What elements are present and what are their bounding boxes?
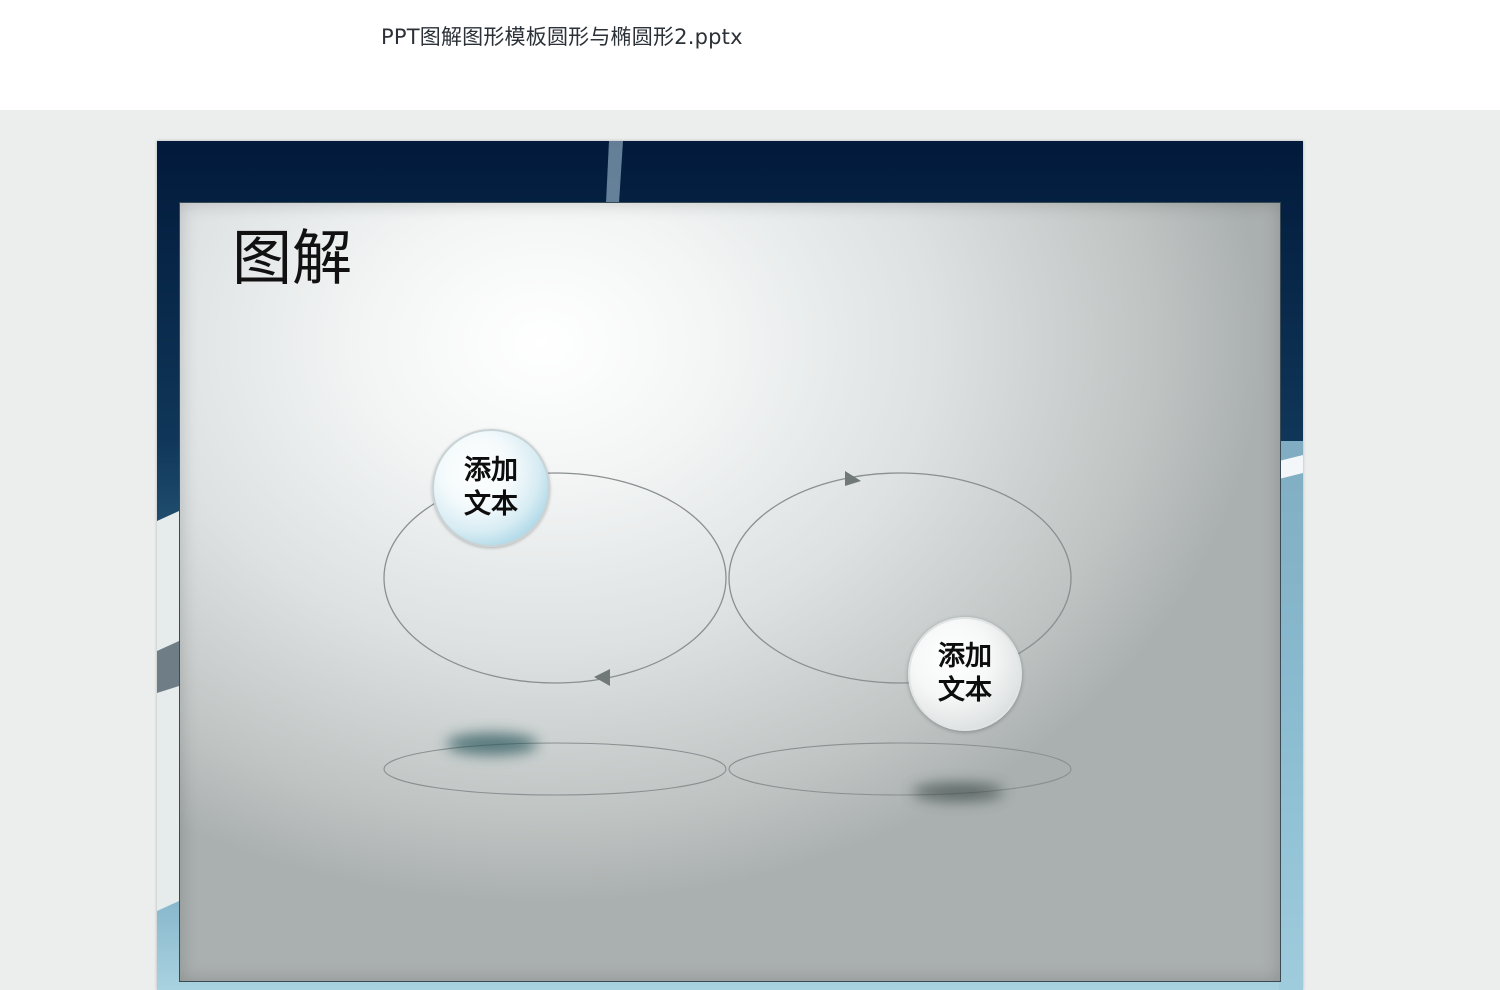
bubble-label: 添加文本 — [464, 455, 518, 520]
content-panel: 图解 添加文本 添加文本 — [179, 202, 1281, 982]
right-reflection-ellipse — [728, 742, 1072, 796]
left-reflection-ellipse — [383, 742, 727, 796]
slide: 图解 添加文本 添加文本 — [157, 141, 1303, 990]
file-name-title: PPT图解图形模板圆形与椭圆形2.pptx — [381, 25, 743, 49]
arrow-right-icon — [845, 471, 861, 486]
right-ellipse — [728, 472, 1072, 684]
left-bubble-shadow — [446, 733, 538, 755]
bubble-label: 添加文本 — [938, 641, 992, 706]
text-bubble-grey[interactable]: 添加文本 — [908, 617, 1022, 731]
arrow-left-icon — [594, 669, 610, 686]
text-bubble-blue[interactable]: 添加文本 — [432, 429, 550, 547]
document-header: PPT图解图形模板圆形与椭圆形2.pptx — [0, 0, 1500, 110]
right-bubble-shadow — [912, 783, 1004, 801]
ellipse-cycle-diagram — [383, 471, 1072, 801]
